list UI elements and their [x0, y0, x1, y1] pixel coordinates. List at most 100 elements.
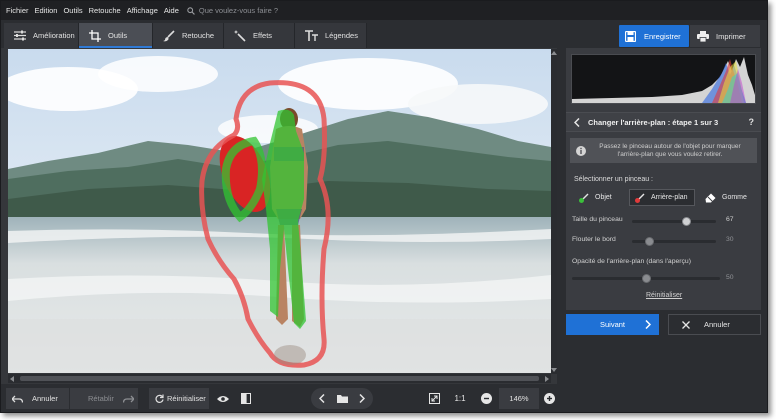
menu-retouche[interactable]: Retouche	[89, 6, 121, 15]
compare-icon	[241, 393, 251, 404]
magic-wand-icon	[234, 29, 246, 42]
step-title: Changer l'arrière-plan : étape 1 sur 3	[588, 117, 719, 127]
scroll-right-icon[interactable]	[545, 376, 549, 382]
brush-size-label: Taille du pinceau	[572, 216, 623, 223]
menu-outils[interactable]: Outils	[63, 6, 82, 15]
print-button[interactable]: Imprimer	[690, 25, 760, 47]
brush-object-button[interactable]: Objet	[574, 189, 626, 206]
brush-background-label: Arrière-plan	[651, 194, 688, 201]
next-label: Suivant	[599, 320, 626, 329]
undo-button[interactable]: Annuler	[6, 388, 69, 409]
blur-edge-label: Flouter le bord	[572, 236, 616, 243]
info-box: Passez le pinceau autour de l'objet pour…	[570, 138, 757, 163]
zoom-level-field[interactable]: 146%	[499, 388, 539, 409]
back-chevron-icon[interactable]	[574, 117, 580, 127]
cancel-label: Annuler	[704, 320, 730, 329]
save-label: Enregistrer	[644, 31, 681, 41]
redo-label: Rétablir	[88, 394, 114, 403]
step-header: Changer l'arrière-plan : étape 1 sur 3 ?	[566, 112, 761, 132]
panel-reset-link[interactable]: Réinitialiser	[646, 292, 682, 299]
eraser-icon	[705, 193, 716, 202]
tab-retouche[interactable]: Retouche	[153, 23, 224, 48]
blur-edge-knob[interactable]	[645, 237, 655, 246]
open-folder-button[interactable]	[333, 388, 351, 409]
brush-object-label: Objet	[595, 194, 612, 201]
command-search[interactable]: Que voulez-vous faire ?	[187, 6, 278, 15]
search-placeholder: Que voulez-vous faire ?	[198, 6, 279, 15]
photo-editor-window: Fichier Edition Outils Retouche Affichag…	[0, 0, 768, 413]
tab-label: Retouche	[182, 31, 215, 40]
eye-icon	[217, 395, 229, 402]
horizontal-scrollbar[interactable]	[8, 374, 551, 383]
zoom-in-icon	[543, 393, 555, 404]
bottom-toolbar: Annuler Rétablir Réinitialiser 1:1 146%	[1, 384, 558, 412]
menu-bar: Fichier Edition Outils Retouche Affichag…	[1, 1, 767, 20]
text-icon	[305, 30, 318, 41]
brush-size-slider[interactable]	[632, 217, 716, 226]
search-icon	[187, 6, 195, 15]
zoom-value: 146%	[509, 394, 529, 403]
close-icon	[682, 320, 690, 329]
scroll-down-icon[interactable]	[551, 368, 557, 372]
next-button[interactable]: Suivant	[566, 314, 659, 335]
bg-opacity-value: 50	[726, 274, 734, 281]
brush-eraser-button[interactable]: Gomme	[700, 189, 756, 206]
menu-edition[interactable]: Edition	[35, 6, 58, 15]
tab-legendes[interactable]: Légendes	[295, 23, 367, 48]
histogram-graph	[572, 57, 755, 103]
red-brush-icon	[635, 193, 645, 203]
tab-label: Outils	[108, 31, 128, 40]
brush-size-value: 67	[726, 216, 734, 223]
scroll-thumb[interactable]	[20, 376, 539, 381]
zoom-out-icon	[480, 393, 492, 404]
zoom-in-button[interactable]	[540, 388, 558, 409]
image-navigator	[311, 388, 373, 409]
tab-amelioration[interactable]: Amélioration	[4, 23, 79, 48]
green-brush-icon	[579, 193, 589, 203]
main-toolbar: Amélioration Outils Retouche Effets Lége…	[1, 20, 767, 48]
next-image-button[interactable]	[353, 388, 371, 409]
redo-button[interactable]: Rétablir	[70, 388, 138, 409]
panel-footer: Suivant Annuler	[566, 314, 761, 336]
menu-aide[interactable]: Aide	[164, 6, 179, 15]
zoom-out-button[interactable]	[477, 388, 495, 409]
background-change-panel: Changer l'arrière-plan : étape 1 sur 3 ?…	[566, 48, 761, 310]
menu-fichier[interactable]: Fichier	[6, 6, 29, 15]
bg-opacity-knob[interactable]	[641, 274, 651, 283]
bg-opacity-label: Opacité de l'arrière-plan (dans l'aperçu…	[572, 258, 691, 265]
tab-label: Amélioration	[33, 31, 75, 40]
scroll-up-icon[interactable]	[551, 51, 557, 55]
tab-label: Légendes	[325, 31, 358, 40]
vertical-scrollbar[interactable]	[551, 49, 557, 374]
scroll-left-icon[interactable]	[10, 376, 14, 382]
previous-image-button[interactable]	[313, 388, 331, 409]
info-text: Passez le pinceau autour de l'objet pour…	[599, 142, 741, 158]
brush-section-title: Sélectionner un pinceau :	[574, 176, 653, 183]
compare-toggle[interactable]	[237, 388, 255, 409]
cancel-button[interactable]: Annuler	[668, 314, 761, 335]
help-button[interactable]: ?	[749, 117, 755, 127]
brush-background-button[interactable]: Arrière-plan	[629, 189, 695, 206]
bg-opacity-slider[interactable]	[572, 274, 720, 283]
menu-affichage[interactable]: Affichage	[127, 6, 158, 15]
crop-icon	[89, 29, 101, 42]
fit-to-screen-button[interactable]	[425, 388, 443, 409]
image-canvas-area	[1, 48, 557, 384]
floppy-disk-icon	[625, 30, 636, 42]
brush-eraser-label: Gomme	[722, 194, 747, 201]
beach-photo	[8, 49, 551, 373]
actual-size-button[interactable]: 1:1	[451, 388, 469, 409]
printer-icon	[697, 30, 709, 42]
photo-canvas[interactable]	[8, 49, 551, 373]
preview-toggle[interactable]	[214, 388, 232, 409]
tab-outils[interactable]: Outils	[79, 23, 153, 48]
tab-effets[interactable]: Effets	[224, 23, 295, 48]
save-button[interactable]: Enregistrer	[619, 25, 689, 47]
blur-edge-slider[interactable]	[632, 237, 716, 246]
sliders-icon	[14, 30, 26, 41]
reset-button[interactable]: Réinitialiser	[149, 388, 209, 409]
reset-label: Réinitialiser	[167, 394, 206, 403]
brush-icon	[163, 29, 175, 41]
redo-icon	[122, 395, 134, 403]
brush-size-knob[interactable]	[682, 217, 692, 226]
